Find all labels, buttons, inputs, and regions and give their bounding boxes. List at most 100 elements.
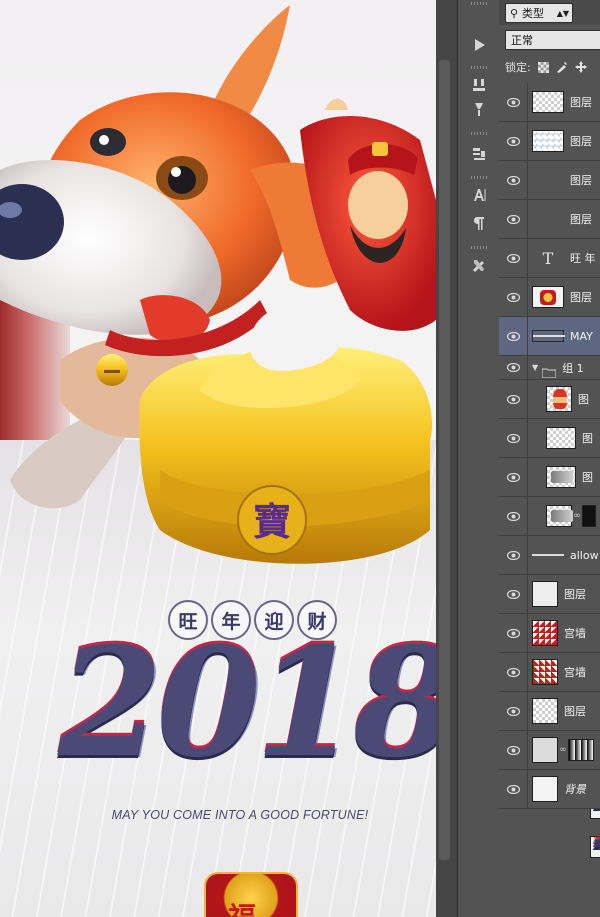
visibility-eye-icon[interactable] xyxy=(499,317,528,355)
layer-mask-thumbnail[interactable] xyxy=(582,505,596,527)
layer-row[interactable]: ∞ xyxy=(499,731,600,770)
layer-name[interactable]: 图 xyxy=(578,391,589,407)
layer-name[interactable]: 图层 xyxy=(570,289,592,305)
ingot-character: 寶 xyxy=(253,499,291,544)
layer-row[interactable]: 图层 xyxy=(499,692,600,731)
layer-name[interactable]: 背景 xyxy=(564,781,586,797)
layer-filter-select[interactable]: ⚲ 类型 ▲▼ xyxy=(505,3,573,23)
layer-name[interactable]: 图层 xyxy=(570,133,592,149)
brush-icon[interactable] xyxy=(465,98,493,120)
group-expand-arrow-icon[interactable]: ▼ xyxy=(532,363,538,372)
lock-row: 锁定: xyxy=(505,58,600,76)
clone-source-icon[interactable] xyxy=(465,142,493,164)
layer-row[interactable]: 图层 xyxy=(499,161,600,819)
mask-link-icon[interactable]: ∞ xyxy=(573,511,581,521)
visibility-eye-icon[interactable] xyxy=(499,536,528,574)
layer-thumbnail xyxy=(532,286,564,308)
visibility-eye-icon[interactable] xyxy=(499,278,528,316)
layer-name[interactable]: 组 1 xyxy=(562,360,584,376)
blend-mode-select[interactable]: 正常 xyxy=(505,30,600,50)
visibility-eye-icon[interactable] xyxy=(499,419,528,457)
fu-badge: 福 xyxy=(204,872,298,917)
layer-row-selected[interactable]: MAY xyxy=(499,317,600,356)
tool-grip[interactable] xyxy=(471,2,487,5)
play-action-icon[interactable] xyxy=(465,34,493,56)
visibility-eye-icon[interactable] xyxy=(499,458,528,496)
visibility-eye-icon[interactable] xyxy=(499,497,528,535)
layer-row[interactable]: T 旺 年 xyxy=(499,239,600,278)
document-canvas[interactable]: 寶 旺 年 迎 财 2018 MAY YOU COME INTO A GOOD … xyxy=(0,0,436,917)
layer-row[interactable]: 图层 xyxy=(499,122,600,161)
layer-row[interactable]: 图 xyxy=(499,458,600,497)
layer-name[interactable]: 宫墙 xyxy=(564,664,586,680)
layer-name[interactable]: MAY xyxy=(570,330,593,343)
visibility-eye-icon[interactable] xyxy=(499,122,528,160)
search-icon: ⚲ xyxy=(509,6,519,20)
layer-thumbnail xyxy=(532,620,558,646)
layer-name[interactable]: 宫墙 xyxy=(564,625,586,641)
mask-link-icon[interactable]: ∞ xyxy=(559,745,567,755)
layer-name[interactable]: 图 xyxy=(582,430,593,446)
visibility-eye-icon[interactable] xyxy=(499,575,528,613)
layer-row[interactable]: 图层 xyxy=(499,83,600,122)
brush-preset-icon[interactable] xyxy=(465,74,493,96)
layer-row[interactable]: 图层 xyxy=(499,200,600,858)
layer-row[interactable]: allow xyxy=(499,536,600,575)
tool-presets-icon[interactable] xyxy=(465,254,493,276)
visibility-eye-icon[interactable] xyxy=(499,239,528,277)
character-panel-icon[interactable] xyxy=(465,184,493,206)
visibility-eye-icon[interactable] xyxy=(499,356,528,379)
visibility-eye-icon[interactable] xyxy=(499,614,528,652)
layer-thumbnail xyxy=(532,130,564,152)
visibility-eye-icon[interactable] xyxy=(499,380,528,418)
layer-name[interactable]: 旺 年 xyxy=(570,250,596,266)
visibility-eye-icon[interactable] xyxy=(499,770,528,808)
visibility-eye-icon[interactable] xyxy=(499,731,528,769)
layer-row[interactable]: 宫墙 xyxy=(499,614,600,653)
visibility-eye-icon[interactable] xyxy=(499,692,528,730)
tool-grip[interactable] xyxy=(471,66,487,69)
layer-row[interactable]: 背景 xyxy=(499,770,600,809)
layer-group-row[interactable]: ▼ 组 1 xyxy=(499,356,600,380)
lock-transparent-pixels-icon[interactable] xyxy=(537,61,550,74)
layer-thumbnail xyxy=(532,698,558,724)
paragraph-panel-icon[interactable] xyxy=(465,212,493,234)
layer-mask-thumbnail[interactable] xyxy=(568,739,594,761)
layer-thumbnail xyxy=(546,427,576,449)
dog-illustration: 寶 xyxy=(0,5,436,564)
fu-character: 福 xyxy=(228,896,256,917)
tool-grip[interactable] xyxy=(471,246,487,249)
layer-name[interactable]: allow xyxy=(570,549,599,562)
year-title: 2018 xyxy=(58,615,436,791)
layer-thumbnail xyxy=(532,776,558,802)
visibility-eye-icon[interactable] xyxy=(499,161,528,199)
motto-text: MAY YOU COME INTO A GOOD FORTUNE! xyxy=(111,808,369,822)
layer-row[interactable]: 宫墙 xyxy=(499,653,600,692)
layer-row[interactable]: 图 xyxy=(499,380,600,419)
layers-panel: ⚲ 类型 ▲▼ 正常 锁定: 图层 图层 图层 xyxy=(499,0,600,917)
visibility-eye-icon[interactable] xyxy=(499,200,528,238)
layer-name[interactable]: 图层 xyxy=(564,586,586,602)
visibility-eye-icon[interactable] xyxy=(499,83,528,121)
folder-icon xyxy=(541,363,557,378)
layer-thumbnail xyxy=(532,581,558,607)
layer-name[interactable]: 图 xyxy=(582,469,593,485)
lock-image-pixels-icon[interactable] xyxy=(556,61,569,74)
layer-name[interactable]: 图层 xyxy=(570,172,592,188)
layer-filter-row: ⚲ 类型 ▲▼ xyxy=(499,0,600,25)
text-layer-icon: T xyxy=(542,248,554,268)
visibility-eye-icon[interactable] xyxy=(499,653,528,691)
layer-thumbnail xyxy=(532,91,564,113)
tool-grip[interactable] xyxy=(471,176,487,179)
layer-row[interactable]: ∞ xyxy=(499,497,600,536)
layer-row[interactable]: 图层 xyxy=(499,278,600,317)
tool-grip[interactable] xyxy=(471,132,487,135)
layer-row[interactable]: 图层 xyxy=(499,575,600,614)
layer-name[interactable]: 图层 xyxy=(570,94,592,110)
layer-thumbnail xyxy=(532,550,564,560)
vertical-scrollbar[interactable] xyxy=(439,60,450,860)
lock-position-icon[interactable] xyxy=(575,61,588,74)
layer-row[interactable]: 图 xyxy=(499,419,600,458)
layer-name[interactable]: 图层 xyxy=(564,703,586,719)
layer-name[interactable]: 图层 xyxy=(570,211,592,227)
